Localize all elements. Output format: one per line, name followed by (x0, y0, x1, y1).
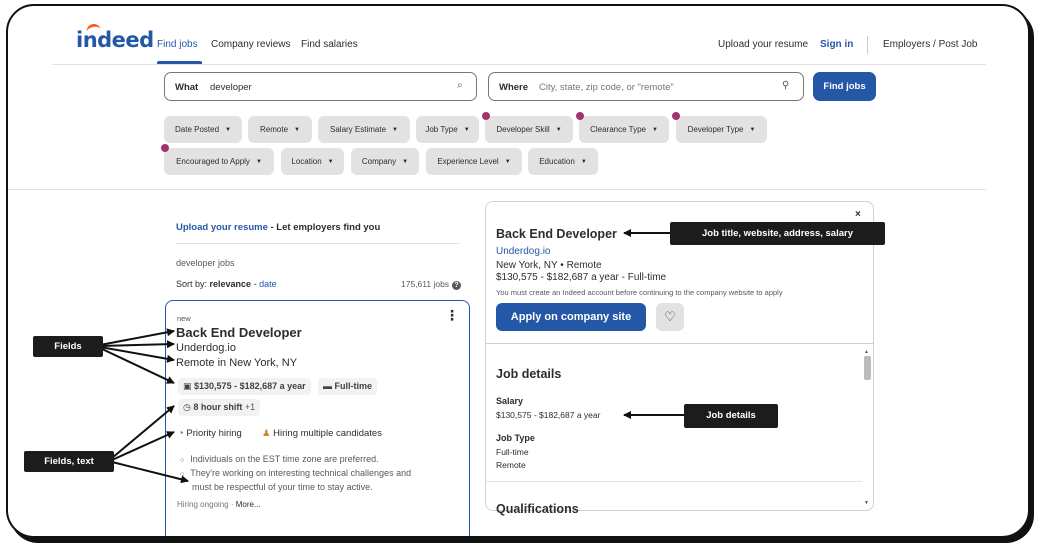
arrow-text-priority (111, 431, 175, 461)
arrow-fields-title (99, 328, 175, 346)
arrow-text-bullets (111, 461, 189, 484)
annotation-fields-text: Fields, text (24, 451, 114, 472)
annotation-arrows (99, 229, 686, 484)
annotation-job-details: Job details (684, 404, 778, 428)
arrow-fields-company (99, 340, 175, 349)
annotation-fields: Fields (33, 336, 103, 357)
annotation-job-title-info: Job title, website, address, salary (670, 222, 885, 245)
arrow-text-shift (111, 405, 175, 459)
screenshot-frame: indeed Find jobs Company reviews Find sa… (6, 4, 1030, 538)
